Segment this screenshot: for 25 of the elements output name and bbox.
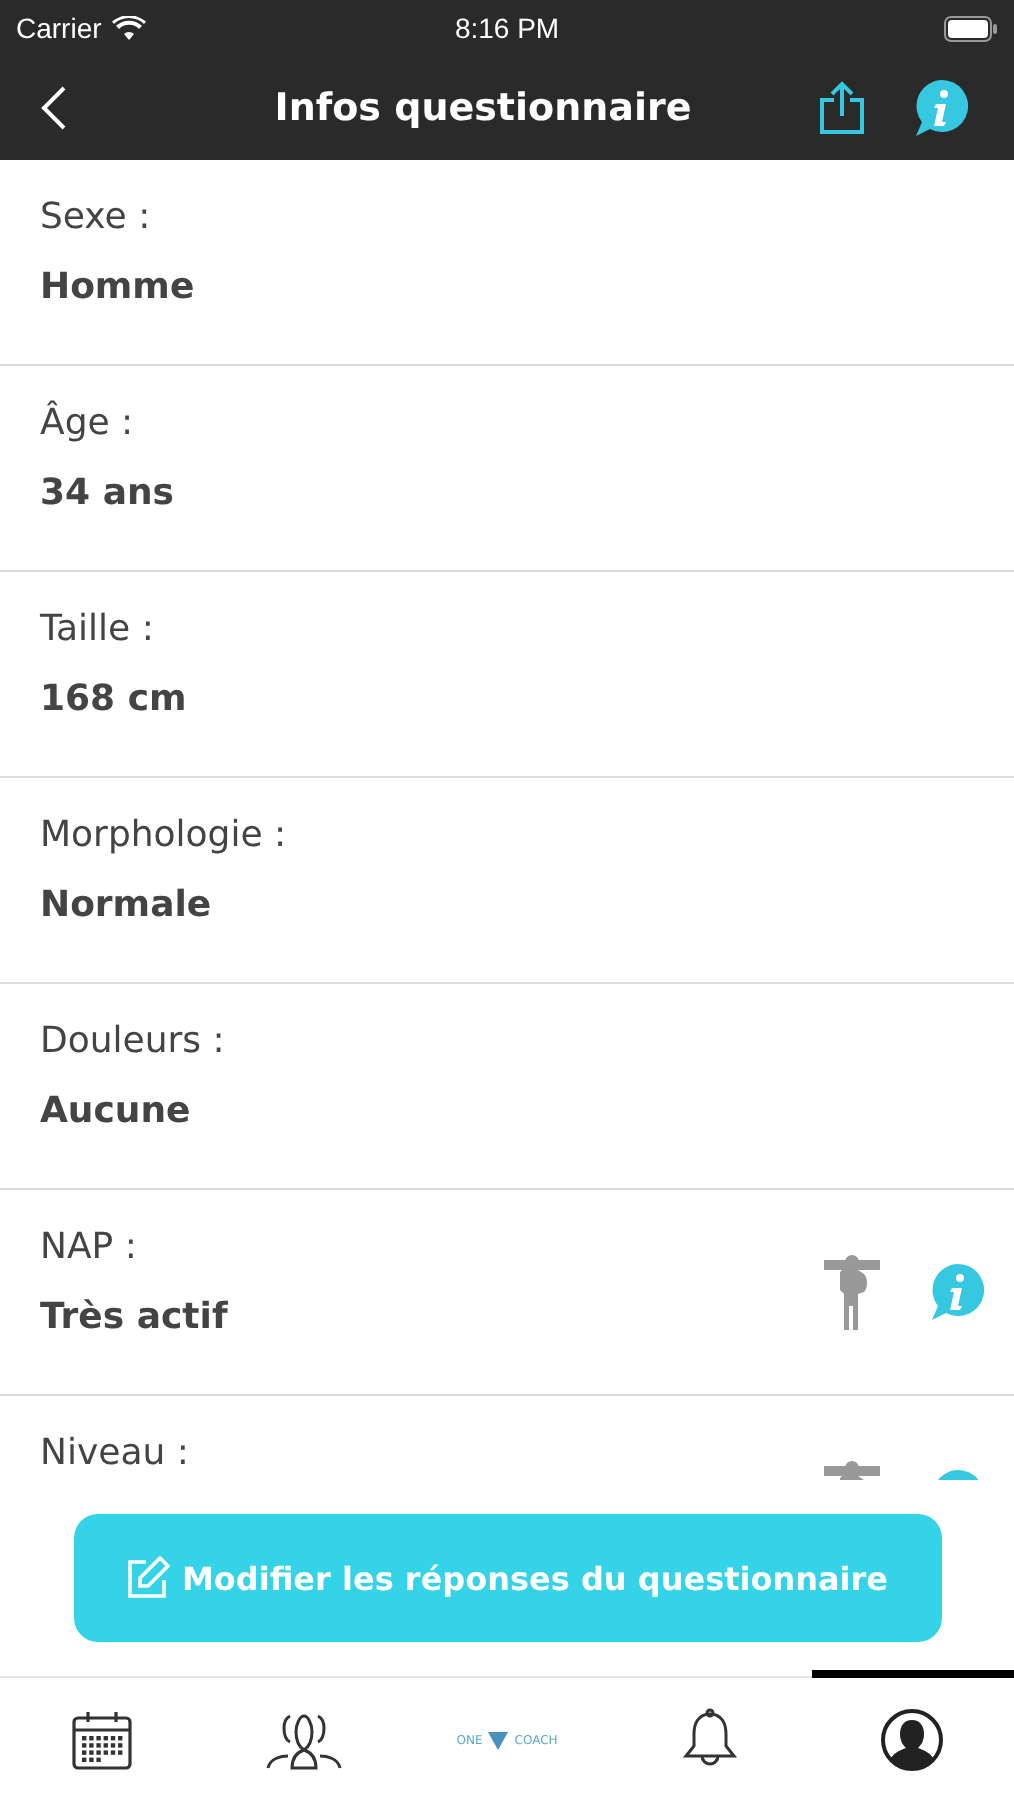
field-label: Douleurs : xyxy=(40,1020,227,1062)
screen-title: Infos questionnaire xyxy=(272,86,694,130)
field-label: NAP : xyxy=(40,1226,139,1268)
field-label: Sexe : xyxy=(40,196,153,238)
field-label: Âge : xyxy=(40,402,136,444)
field-label: Taille : xyxy=(40,608,156,650)
share-icon[interactable] xyxy=(818,80,866,136)
edit-answers-button[interactable]: Modifier les réponses du questionnaire xyxy=(73,1514,941,1642)
field-label: Morphologie : xyxy=(40,814,289,856)
field-value: Aucune xyxy=(40,1090,193,1132)
carrier-label: Carrier xyxy=(16,12,102,44)
logo-icon xyxy=(488,1731,509,1749)
field-value: Très actif xyxy=(40,1296,230,1338)
field-value: Normale xyxy=(40,884,214,926)
battery-icon xyxy=(944,15,999,41)
field-label: Niveau : xyxy=(40,1432,191,1474)
field-value: 34 ans xyxy=(40,472,176,514)
wifi-icon xyxy=(111,16,146,40)
field-value: 168 cm xyxy=(40,678,189,720)
edit-icon xyxy=(125,1556,170,1600)
calendar-icon xyxy=(69,1708,134,1772)
clock-time: 8:16 PM xyxy=(454,12,560,44)
field-value: Homme xyxy=(40,266,197,308)
profile-icon xyxy=(880,1708,945,1772)
back-icon[interactable] xyxy=(40,86,68,130)
